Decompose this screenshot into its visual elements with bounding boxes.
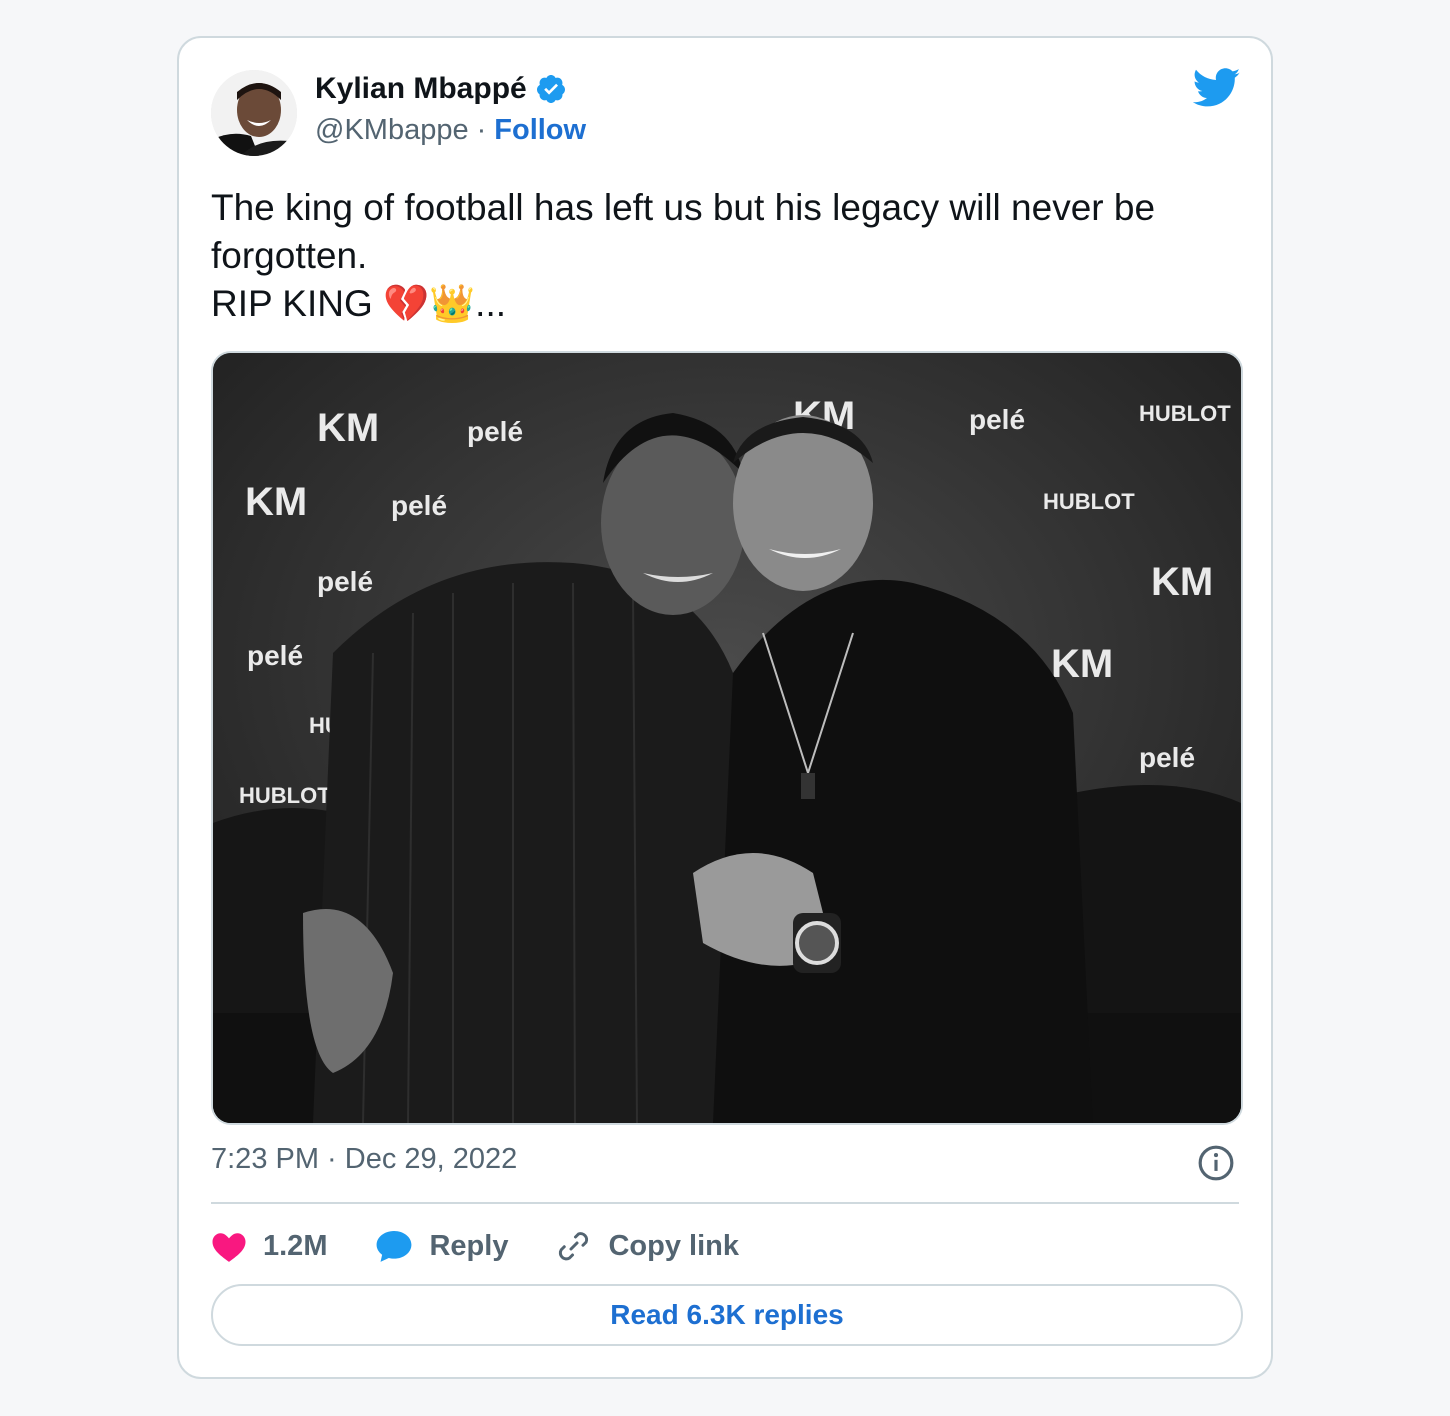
pele-logo: pelé (969, 404, 1025, 435)
avatar-image (211, 70, 297, 156)
tweet-text-line: forgotten. (211, 235, 368, 276)
tweet-text-line: RIP KING 💔👑... (211, 283, 507, 324)
divider (211, 1202, 1239, 1204)
author-handle-row: @KMbappe · Follow (315, 114, 586, 147)
tweet-card: Kylian Mbappé @KMbappe · Follow The king… (177, 36, 1273, 1379)
tweet-text: The king of football has left us but his… (211, 184, 1241, 328)
action-bar: 1.2M Reply Copy link (211, 1224, 787, 1268)
km-logo: KM (245, 480, 307, 524)
author-avatar[interactable] (211, 70, 297, 156)
tweet-photo[interactable]: KM pelé KM pelé HUBLOT KM pelé HUBLOT pe… (211, 351, 1243, 1125)
author-name-row: Kylian Mbappé (315, 72, 567, 106)
heart-icon (212, 1233, 246, 1262)
copy-link-label: Copy link (608, 1229, 739, 1262)
pele-logo: pelé (317, 566, 373, 597)
photo-image: KM pelé KM pelé HUBLOT KM pelé HUBLOT pe… (213, 353, 1241, 1123)
author-handle[interactable]: @KMbappe (315, 114, 469, 147)
reply-button[interactable]: Reply (375, 1228, 508, 1264)
pele-logo: pelé (247, 640, 303, 671)
reply-label: Reply (429, 1229, 509, 1262)
pele-logo: pelé (391, 490, 447, 521)
tweet-text-line: The king of football has left us but his… (211, 187, 1156, 228)
twitter-bird-icon[interactable] (1193, 68, 1241, 108)
speech-bubble-icon (377, 1230, 412, 1262)
like-count: 1.2M (263, 1229, 328, 1262)
pele-logo: pelé (467, 416, 523, 447)
km-logo: KM (1151, 560, 1213, 604)
link-icon (559, 1232, 589, 1261)
tweet-timestamp[interactable]: 7:23 PM · Dec 29, 2022 (211, 1143, 517, 1176)
km-logo: KM (317, 406, 379, 450)
hublot-logo: HUBLOT (1043, 489, 1135, 514)
hublot-logo: HUBLOT (239, 783, 331, 808)
verified-badge-icon (536, 75, 565, 103)
follow-button[interactable]: Follow (494, 114, 586, 147)
pele-logo: pelé (1139, 742, 1195, 773)
km-logo: KM (1051, 642, 1113, 686)
info-icon[interactable] (1197, 1144, 1235, 1182)
copy-link-button[interactable]: Copy link (556, 1228, 739, 1264)
separator-dot: · (476, 114, 487, 146)
like-button[interactable]: 1.2M (211, 1229, 327, 1263)
author-name[interactable]: Kylian Mbappé (315, 72, 527, 106)
hublot-logo: HUBLOT (1139, 401, 1231, 426)
read-replies-button[interactable]: Read 6.3K replies (211, 1284, 1243, 1346)
